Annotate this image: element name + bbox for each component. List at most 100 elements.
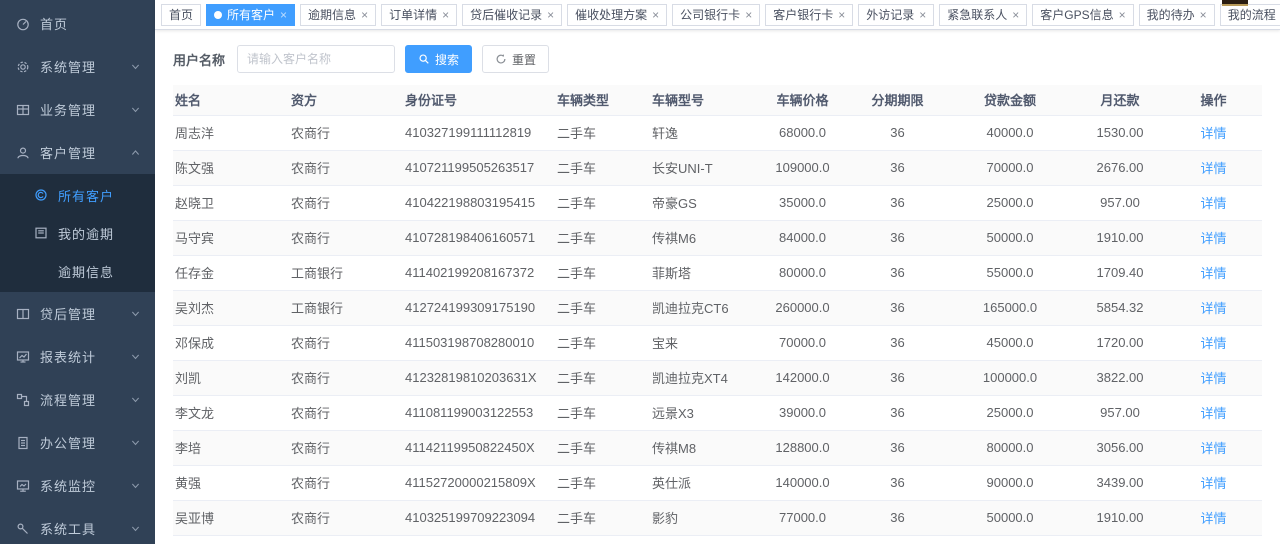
search-button[interactable]: 搜索 bbox=[405, 45, 472, 73]
close-icon[interactable]: × bbox=[745, 9, 752, 21]
close-icon[interactable]: × bbox=[280, 9, 287, 21]
sidebar-item-post-loan-management[interactable]: 贷后管理 bbox=[0, 292, 155, 335]
tab-collection-plan[interactable]: 催收处理方案× bbox=[567, 4, 667, 26]
cell-id-number: 410327199111112819 bbox=[403, 115, 555, 150]
dashboard-icon bbox=[15, 16, 31, 32]
sidebar-item-report-statistics[interactable]: 报表统计 bbox=[0, 335, 155, 378]
tab-visit-records[interactable]: 外访记录 × bbox=[858, 4, 934, 26]
sidebar-item-overdue-info[interactable]: 逾期信息 bbox=[0, 252, 155, 290]
cell-installment-term: 36 bbox=[850, 220, 945, 255]
cell-vehicle-model: 轩逸 bbox=[650, 115, 755, 150]
tab-home[interactable]: 首页 bbox=[161, 4, 201, 26]
close-icon[interactable]: × bbox=[652, 9, 659, 21]
close-icon[interactable]: × bbox=[838, 9, 845, 21]
customer-name-input[interactable] bbox=[237, 45, 395, 73]
close-icon[interactable]: × bbox=[1119, 9, 1126, 21]
tab-order-detail[interactable]: 订单详情 × bbox=[381, 4, 457, 26]
tab-my-todo[interactable]: 我的待办 × bbox=[1139, 4, 1215, 26]
cell-installment-term: 36 bbox=[850, 150, 945, 185]
table-row: 刘凯农商行41232819810203631X二手车凯迪拉克XT4142000.… bbox=[173, 360, 1262, 395]
chevron-down-icon bbox=[130, 104, 141, 115]
close-icon[interactable]: × bbox=[1012, 9, 1019, 21]
column-header-vehicle-type: 车辆类型 bbox=[555, 85, 650, 115]
detail-link[interactable]: 详情 bbox=[1200, 511, 1226, 526]
cell-installment-term: 36 bbox=[850, 535, 945, 544]
sidebar-item-label: 业务管理 bbox=[40, 100, 130, 119]
cell-funder: 农商行 bbox=[289, 150, 403, 185]
cell-vehicle-type: 二手车 bbox=[555, 535, 650, 544]
tab-company-bank-card[interactable]: 公司银行卡× bbox=[672, 4, 760, 26]
tab-customer-bank-card[interactable]: 客户银行卡× bbox=[765, 4, 853, 26]
reset-button[interactable]: 重置 bbox=[482, 45, 549, 73]
table-header-row: 姓名资方身份证号车辆类型车辆型号车辆价格分期期限贷款金额月还款操作 bbox=[173, 85, 1262, 115]
cell-loan-amount: 50000.0 bbox=[945, 500, 1075, 535]
sidebar-item-system-tools[interactable]: 系统工具 bbox=[0, 507, 155, 544]
cell-vehicle-price: 260000.0 bbox=[755, 290, 850, 325]
sidebar-item-system-monitor[interactable]: 系统监控 bbox=[0, 464, 155, 507]
search-label: 用户名称 bbox=[173, 50, 225, 69]
tab-label: 外访记录 bbox=[866, 6, 914, 23]
cell-loan-amount: 70000.0 bbox=[945, 150, 1075, 185]
tab-label: 紧急联系人 bbox=[947, 6, 1007, 23]
column-header-name: 姓名 bbox=[173, 85, 289, 115]
column-header-action: 操作 bbox=[1165, 85, 1262, 115]
detail-link[interactable]: 详情 bbox=[1200, 266, 1226, 281]
cell-monthly-payment: 957.00 bbox=[1075, 395, 1165, 430]
office-icon bbox=[15, 435, 31, 451]
sidebar-item-office-management[interactable]: 办公管理 bbox=[0, 421, 155, 464]
tab-collection-records[interactable]: 贷后催收记录× bbox=[462, 4, 562, 26]
detail-link[interactable]: 详情 bbox=[1200, 161, 1226, 176]
reset-button-label: 重置 bbox=[512, 51, 536, 68]
cell-vehicle-model: 长安UNI-T bbox=[650, 150, 755, 185]
cell-vehicle-model: 宝来 bbox=[650, 325, 755, 360]
tab-emergency-contacts[interactable]: 紧急联系人 × bbox=[939, 4, 1027, 26]
table-row: 黄强农商行41152720000215809X二手车英仕派140000.0369… bbox=[173, 465, 1262, 500]
close-icon[interactable]: × bbox=[547, 9, 554, 21]
close-icon[interactable]: × bbox=[361, 9, 368, 21]
tab-customer-gps[interactable]: 客户GPS信息× bbox=[1032, 4, 1133, 26]
content-panel: 用户名称 搜索 重置 bbox=[155, 30, 1280, 544]
sidebar-item-process-management[interactable]: 流程管理 bbox=[0, 378, 155, 421]
cell-vehicle-price: 142000.0 bbox=[755, 360, 850, 395]
tab-label: 我的流程 bbox=[1228, 6, 1276, 23]
close-icon[interactable]: × bbox=[442, 9, 449, 21]
detail-link[interactable]: 详情 bbox=[1200, 406, 1226, 421]
sidebar-item-all-customers[interactable]: 所有客户 bbox=[0, 176, 155, 214]
search-toolbar: 用户名称 搜索 重置 bbox=[173, 44, 1262, 74]
sidebar-item-home[interactable]: 首页 bbox=[0, 2, 155, 45]
detail-link[interactable]: 详情 bbox=[1200, 371, 1226, 386]
sidebar-item-business-management[interactable]: 业务管理 bbox=[0, 88, 155, 131]
columns-icon bbox=[15, 306, 31, 322]
tab-label: 订单详情 bbox=[389, 6, 437, 23]
cell-name: 吴刘杰 bbox=[173, 290, 289, 325]
grid-icon bbox=[15, 102, 31, 118]
close-icon[interactable]: × bbox=[1200, 9, 1207, 21]
tab-overdue-info[interactable]: 逾期信息× bbox=[300, 4, 376, 26]
table-row: 李文龙农商行411081199003122553二手车远景X339000.036… bbox=[173, 395, 1262, 430]
detail-link[interactable]: 详情 bbox=[1200, 196, 1226, 211]
sidebar-item-my-overdue[interactable]: 我的逾期 bbox=[0, 214, 155, 252]
detail-link[interactable]: 详情 bbox=[1200, 231, 1226, 246]
cell-vehicle-type: 二手车 bbox=[555, 185, 650, 220]
tab-all-customers[interactable]: 所有客户× bbox=[206, 4, 295, 26]
cell-vehicle-model: 菲斯塔 bbox=[650, 255, 755, 290]
cell-action: 详情 bbox=[1165, 500, 1262, 535]
cell-id-number: 41142119950822450X bbox=[403, 430, 555, 465]
tab-label: 我的待办 bbox=[1147, 6, 1195, 23]
cell-vehicle-price: 109000.0 bbox=[755, 150, 850, 185]
detail-link[interactable]: 详情 bbox=[1200, 336, 1226, 351]
tab-my-process[interactable]: 我的流程× bbox=[1220, 4, 1280, 26]
sidebar-item-system-management[interactable]: 系统管理 bbox=[0, 45, 155, 88]
chevron-down-icon bbox=[130, 308, 141, 319]
sidebar-item-customer-management[interactable]: 客户管理 bbox=[0, 131, 155, 174]
detail-link[interactable]: 详情 bbox=[1200, 476, 1226, 491]
table-row: 吴刘杰工商银行412724199309175190二手车凯迪拉克CT626000… bbox=[173, 290, 1262, 325]
detail-link[interactable]: 详情 bbox=[1200, 441, 1226, 456]
close-icon[interactable]: × bbox=[919, 9, 926, 21]
cell-vehicle-model: 英仕派 bbox=[650, 465, 755, 500]
sidebar-item-label: 客户管理 bbox=[40, 143, 130, 162]
detail-link[interactable]: 详情 bbox=[1200, 126, 1226, 141]
table-row: 赵晓卫农商行410422198803195415二手车帝豪GS35000.036… bbox=[173, 185, 1262, 220]
detail-link[interactable]: 详情 bbox=[1200, 301, 1226, 316]
cell-vehicle-price: 128800.0 bbox=[755, 430, 850, 465]
